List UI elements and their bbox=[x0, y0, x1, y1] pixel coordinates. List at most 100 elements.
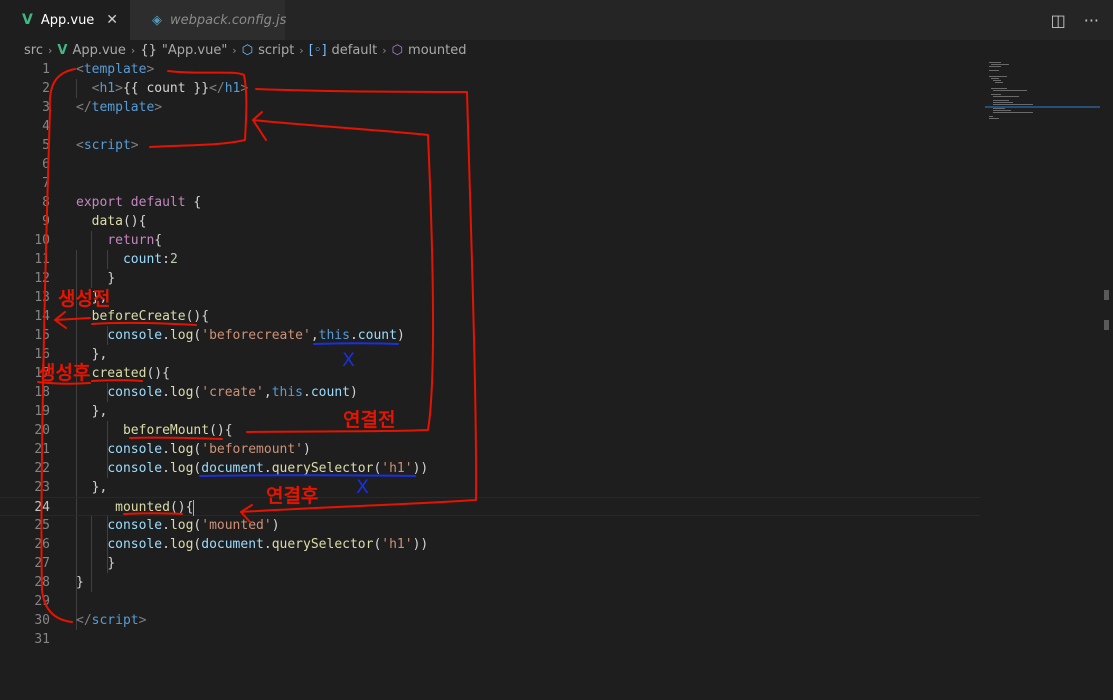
code-line[interactable]: 7 bbox=[0, 174, 980, 193]
breadcrumb-item-script[interactable]: script bbox=[258, 43, 294, 58]
tab-label: webpack.config.js bbox=[170, 12, 287, 28]
line-number: 13 bbox=[34, 290, 50, 305]
code-line[interactable]: 26 console.log(document.querySelector('h… bbox=[0, 535, 980, 554]
code-text: }, bbox=[91, 480, 108, 495]
code-line[interactable]: 18 console.log('create',this.count) bbox=[0, 383, 980, 402]
code-line[interactable]: 4 bbox=[0, 117, 980, 136]
line-number: 1 bbox=[42, 62, 50, 77]
code-line[interactable]: 10 return{ bbox=[0, 231, 980, 250]
tab-app-vue[interactable]: V App.vue ✕ bbox=[0, 0, 130, 40]
code-line[interactable]: 17 created(){ bbox=[0, 364, 980, 383]
code-line[interactable]: 20 beforeMount(){ bbox=[0, 421, 980, 440]
code-line[interactable]: 9 data(){ bbox=[0, 212, 980, 231]
code-line[interactable]: 28} bbox=[0, 573, 980, 592]
breadcrumb-item-default[interactable]: default bbox=[332, 43, 378, 58]
split-editor-icon[interactable]: ◫ bbox=[1051, 11, 1066, 30]
code-line[interactable]: 31 bbox=[0, 630, 980, 649]
tab-actions: ◫ ··· bbox=[1051, 0, 1113, 40]
code-line[interactable]: 27 } bbox=[0, 554, 980, 573]
code-text: console.log('beforemount') bbox=[107, 442, 311, 457]
tab-label: App.vue bbox=[40, 12, 95, 28]
line-number: 26 bbox=[34, 537, 50, 552]
annotation-after-connect: 연결후 bbox=[266, 485, 319, 507]
code-text: } bbox=[107, 556, 116, 571]
code-line[interactable]: 12 } bbox=[0, 269, 980, 288]
code-line[interactable]: 6 bbox=[0, 155, 980, 174]
vue-icon: V bbox=[22, 12, 33, 28]
code-line[interactable]: 13 }, bbox=[0, 288, 980, 307]
code-line[interactable]: 23 }, bbox=[0, 478, 980, 497]
code-line[interactable]: 16 }, bbox=[0, 345, 980, 364]
breadcrumb-item-mounted[interactable]: mounted bbox=[408, 43, 466, 58]
code-line[interactable]: 25 console.log('mounted') bbox=[0, 516, 980, 535]
code-text: </script> bbox=[76, 613, 147, 628]
code-text: console.log(document.querySelector('h1')… bbox=[107, 461, 429, 476]
method-icon: ⬡ bbox=[391, 42, 404, 58]
line-number: 29 bbox=[34, 594, 50, 609]
code-line-current[interactable]: 24 mounted(){ bbox=[0, 497, 980, 516]
minimap[interactable] bbox=[985, 60, 1100, 130]
code-text: return{ bbox=[107, 233, 163, 248]
line-number: 19 bbox=[34, 404, 50, 419]
more-icon[interactable]: ··· bbox=[1084, 11, 1099, 30]
breadcrumb: src › V App.vue › {} "App.vue" › ⬡ scrip… bbox=[0, 40, 1113, 60]
code-line[interactable]: 22 console.log(document.querySelector('h… bbox=[0, 459, 980, 478]
code-line[interactable]: 2 <h1>{{ count }}</h1> bbox=[0, 79, 980, 98]
breadcrumb-item-file[interactable]: App.vue bbox=[72, 43, 125, 58]
code-line[interactable]: 3 </template> bbox=[0, 98, 980, 117]
annotation-before-connect: 연결전 bbox=[343, 409, 396, 431]
code-line[interactable]: 15 console.log('beforecreate',this.count… bbox=[0, 326, 980, 345]
code-text: </template> bbox=[76, 100, 163, 115]
annotation-cross: X bbox=[342, 349, 356, 371]
code-text: }, bbox=[91, 404, 108, 419]
code-line[interactable]: 11 count:2 bbox=[0, 250, 980, 269]
code-text: count:2 bbox=[122, 252, 178, 267]
line-number: 27 bbox=[34, 556, 50, 571]
annotation-cross: X bbox=[356, 476, 370, 498]
line-number: 11 bbox=[34, 252, 50, 267]
code-line[interactable]: 5 <script> bbox=[0, 136, 980, 155]
cube-icon: ⬡ bbox=[241, 42, 254, 58]
close-icon[interactable]: ✕ bbox=[106, 12, 118, 28]
chevron-right-icon: › bbox=[382, 43, 387, 57]
line-number: 6 bbox=[42, 157, 50, 172]
scrollbar-marker bbox=[1104, 290, 1109, 300]
chevron-right-icon: › bbox=[47, 43, 53, 57]
code-line[interactable]: 8 export default { bbox=[0, 193, 980, 212]
code-line[interactable]: 1 <template> bbox=[0, 60, 980, 79]
code-text: console.log('create',this.count) bbox=[107, 385, 358, 400]
line-number: 2 bbox=[42, 81, 50, 96]
code-text: <h1>{{ count }}</h1> bbox=[91, 81, 249, 96]
scrollbar-marker bbox=[1104, 320, 1109, 330]
vue-icon: V bbox=[57, 42, 68, 58]
line-number: 21 bbox=[34, 442, 50, 457]
line-number: 22 bbox=[34, 461, 50, 476]
line-number: 30 bbox=[34, 613, 50, 628]
code-line[interactable]: 21 console.log('beforemount') bbox=[0, 440, 980, 459]
line-number: 14 bbox=[34, 309, 50, 324]
line-number: 12 bbox=[34, 271, 50, 286]
code-line[interactable]: 19 }, bbox=[0, 402, 980, 421]
line-number: 20 bbox=[34, 423, 50, 438]
line-number: 3 bbox=[42, 100, 50, 115]
code-line[interactable]: 30 </script> bbox=[0, 611, 980, 630]
line-number: 10 bbox=[34, 233, 50, 248]
code-text: console.log('mounted') bbox=[107, 518, 280, 533]
line-number: 31 bbox=[34, 632, 50, 647]
minimap-current-line bbox=[985, 106, 1100, 108]
line-number: 7 bbox=[42, 176, 50, 191]
code-editor[interactable]: 1 <template> 2 <h1>{{ count }}</h1> 3 </te… bbox=[0, 60, 1113, 700]
code-line[interactable]: 14 beforeCreate(){ bbox=[0, 307, 980, 326]
line-number: 5 bbox=[42, 138, 50, 153]
code-text: <template> bbox=[76, 62, 155, 77]
line-number: 24 bbox=[34, 500, 50, 515]
chevron-right-icon: › bbox=[299, 43, 304, 57]
breadcrumb-item-src[interactable]: src bbox=[24, 43, 43, 58]
code-text: console.log('beforecreate',this.count) bbox=[107, 328, 405, 343]
code-line[interactable]: 29 bbox=[0, 592, 980, 611]
annotation-before-create: 생성전 bbox=[58, 288, 111, 310]
line-number: 18 bbox=[34, 385, 50, 400]
tab-webpack-config[interactable]: ◈ webpack.config.js bbox=[130, 0, 287, 40]
breadcrumb-item-module[interactable]: "App.vue" bbox=[162, 43, 227, 58]
code-text: beforeMount(){ bbox=[122, 423, 233, 438]
